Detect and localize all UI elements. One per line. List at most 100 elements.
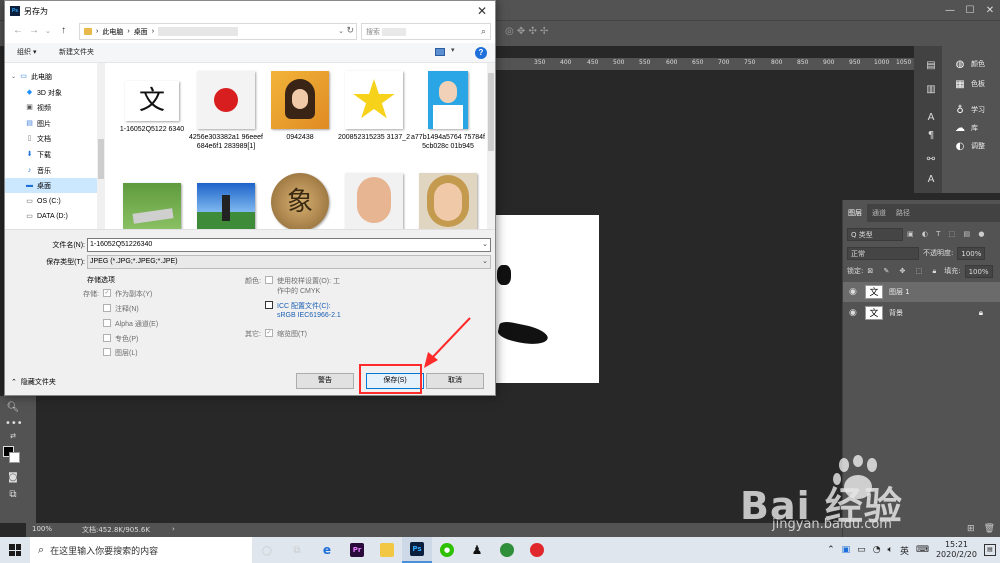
panel-color[interactable]: ◍ 颜色	[954, 56, 985, 72]
file-item[interactable]: 象	[263, 173, 337, 229]
nav-item-drive-c[interactable]: ▭ OS (C:)	[5, 194, 101, 209]
opacity-input[interactable]: 100%	[957, 246, 986, 260]
clock[interactable]: 15:21 2020/2/20	[936, 540, 977, 560]
icc-checkbox[interactable]	[265, 301, 273, 309]
file-item[interactable]: 文 1-16052Q5122 6340	[115, 71, 189, 134]
eye-icon[interactable]: ◉	[849, 308, 859, 318]
task-view-button[interactable]: ⧉	[282, 537, 312, 563]
network-tray-icon[interactable]: ▣	[842, 545, 851, 555]
nav-item-videos[interactable]: ▣ 视频	[5, 100, 101, 115]
character-icon[interactable]: A	[924, 112, 938, 126]
taskbar-app-qq[interactable]: ♟	[462, 537, 492, 563]
scrollbar-thumb[interactable]	[488, 73, 494, 151]
warning-button[interactable]: 警告	[296, 373, 354, 389]
panel-adjustments[interactable]: ◐ 调整	[954, 138, 985, 154]
more-tools-icon[interactable]: •••	[5, 418, 23, 432]
lock-icons[interactable]: ⊠ ✎ ✥ ⬚ 🔒︎	[867, 267, 940, 276]
chevron-right-icon[interactable]: ›	[172, 525, 175, 533]
chevron-up-icon[interactable]: ⌃	[827, 545, 835, 555]
taskbar-app-explorer[interactable]	[372, 537, 402, 563]
file-item[interactable]	[337, 173, 411, 229]
task-view-button[interactable]: ○	[252, 537, 282, 563]
chevron-down-icon[interactable]: ⌄	[482, 239, 488, 251]
scrollbar-thumb[interactable]	[98, 139, 104, 179]
properties-icon[interactable]: ▥	[924, 84, 938, 98]
expand-chevron-icon[interactable]: ⌄	[11, 73, 16, 80]
thumbnail-checkbox[interactable]: ✓	[265, 329, 273, 337]
swap-colors-icon[interactable]: ⇄	[5, 432, 21, 446]
cancel-button[interactable]: 取消	[426, 373, 484, 389]
start-button[interactable]	[0, 537, 30, 563]
chevron-down-icon[interactable]: ⌄	[482, 256, 488, 268]
navigation-scrollbar[interactable]	[97, 63, 105, 229]
file-list-scrollbar[interactable]	[487, 63, 495, 229]
taskbar-search-input[interactable]: ⌕ 在这里输入你要搜索的内容	[30, 537, 252, 563]
filename-input[interactable]: 1-16052Q51226340 ⌄	[87, 238, 491, 252]
file-item[interactable]	[411, 173, 485, 229]
taskbar-app-edge[interactable]: e	[312, 537, 342, 563]
tab-paths[interactable]: 路径	[891, 204, 915, 222]
keyboard-icon[interactable]: ⌨	[916, 545, 929, 555]
panel-learn[interactable]: ♁ 学习	[954, 102, 985, 118]
background-color-swatch[interactable]	[9, 452, 20, 463]
chevron-down-icon[interactable]: ⌄	[338, 27, 344, 35]
breadcrumb-this-pc[interactable]: 此电脑	[102, 27, 123, 37]
breadcrumb-desktop[interactable]: 桌面	[134, 27, 148, 37]
glyphs-icon[interactable]: ⚯	[924, 154, 938, 168]
view-mode-icon[interactable]	[435, 48, 445, 56]
nav-item-documents[interactable]: ▯ 文档	[5, 131, 101, 146]
forward-arrow-icon[interactable]: →	[29, 25, 39, 36]
zoom-level[interactable]: 100%	[32, 525, 52, 533]
filetype-select[interactable]: JPEG (*.JPG;*.JPEG;*.JPE) ⌄	[87, 255, 491, 269]
hide-folders-toggle[interactable]: ⌃ 隐藏文件夹	[11, 377, 56, 387]
layers-checkbox[interactable]	[103, 348, 111, 356]
nav-item-pictures[interactable]: ▤ 图片	[5, 116, 101, 131]
close-button[interactable]: ✕	[469, 1, 495, 21]
maximize-icon[interactable]: ☐	[960, 0, 980, 20]
tab-channels[interactable]: 通道	[867, 204, 891, 222]
notification-icon[interactable]: ▤	[984, 544, 996, 556]
tab-layers[interactable]: 图层	[843, 204, 867, 222]
nav-item-drive-d[interactable]: ▭ DATA (D:)	[5, 209, 101, 224]
quick-mask-icon[interactable]: ◙	[5, 472, 21, 486]
screen-mode-icon[interactable]: ⧉	[5, 489, 21, 503]
back-arrow-icon[interactable]: ←	[13, 25, 23, 36]
taskbar-app-photoshop[interactable]: Ps	[402, 537, 432, 563]
delete-layer-icon[interactable]: 🗑︎	[984, 524, 995, 534]
panel-libraries[interactable]: ☁ 库	[954, 120, 978, 136]
nav-item-downloads[interactable]: ⬇ 下载	[5, 147, 101, 162]
taskbar-app-premiere[interactable]: Pr	[342, 537, 372, 563]
blend-mode-select[interactable]: 正常	[847, 246, 919, 260]
layer-row[interactable]: ◉ 文 背景 🔒︎	[843, 303, 1000, 323]
spot-checkbox[interactable]	[103, 334, 111, 342]
3d-mode-icon[interactable]: ◎ ✥ ✣ ✢	[505, 26, 548, 37]
nav-item-3d-objects[interactable]: ◆ 3D 对象	[5, 85, 101, 100]
wifi-icon[interactable]: ◔	[873, 545, 881, 555]
paragraph-icon[interactable]: ¶	[924, 130, 938, 144]
fill-input[interactable]: 100%	[964, 264, 993, 278]
ime-indicator[interactable]: 英	[900, 544, 909, 557]
minimize-icon[interactable]: —	[940, 0, 960, 20]
search-icon[interactable]: ⌕	[481, 26, 486, 37]
zoom-tool-icon[interactable]: 🔍︎	[5, 402, 21, 416]
refresh-icon[interactable]: ↻	[346, 25, 354, 36]
alpha-checkbox[interactable]	[103, 319, 111, 327]
file-item[interactable]	[189, 173, 263, 229]
file-item[interactable]	[115, 173, 189, 229]
taskbar-app-wechat[interactable]: ●	[432, 537, 462, 563]
organize-button[interactable]: 组织 ▾	[17, 47, 36, 57]
history-icon[interactable]: ▤	[924, 60, 938, 74]
character-styles-icon[interactable]: A	[924, 174, 938, 188]
new-folder-button[interactable]: 新建文件夹	[59, 47, 94, 57]
file-item[interactable]: ★ 200852315235 3137_2	[337, 71, 411, 142]
notes-checkbox[interactable]	[103, 304, 111, 312]
search-input[interactable]: 搜索 ⌕	[361, 23, 491, 40]
nav-item-desktop[interactable]: ▬ 桌面	[5, 178, 101, 193]
address-bar[interactable]: › 此电脑 › 桌面 › ⌄ ↻	[79, 23, 357, 40]
help-icon[interactable]: ?	[475, 47, 487, 59]
panel-swatches[interactable]: ▦ 色板	[954, 76, 985, 92]
nav-item-this-pc[interactable]: ⌄ ▭ 此电脑	[5, 69, 101, 84]
as-copy-checkbox[interactable]: ✓	[103, 289, 111, 297]
proof-setup-checkbox[interactable]	[265, 276, 273, 284]
filter-icons[interactable]: ▣ ◐ T ⬚ ▤ ●	[907, 230, 987, 238]
